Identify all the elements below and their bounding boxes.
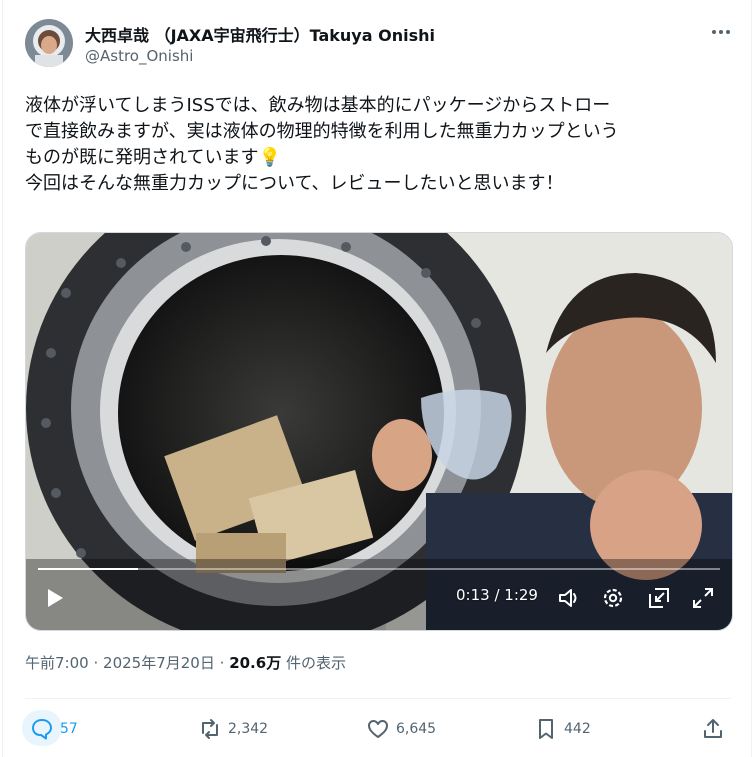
avatar[interactable] [25,19,73,67]
more-options-button[interactable] [706,20,736,44]
reply-button[interactable]: 57 [30,712,78,746]
settings-icon [603,588,623,608]
views-count: 20.6万 [229,654,282,672]
fullscreen-button[interactable] [690,585,716,615]
video-progress-fill [38,568,138,570]
repost-button[interactable]: 2,342 [198,712,268,746]
bookmark-count: 442 [564,721,591,737]
share-icon [704,719,722,738]
tweet-time[interactable]: 午前7:00 [25,654,89,672]
author-handle[interactable]: @Astro_Onishi [85,47,193,65]
left-border [2,0,3,757]
tweet-text: 液体が浮いてしまうISSでは、飲み物は基本的にパッケージからストロー で直接飲み… [25,95,619,194]
settings-button[interactable] [600,585,626,615]
video-progress-track[interactable] [38,568,720,570]
pip-button[interactable] [646,585,672,615]
fullscreen-icon [693,588,713,608]
volume-button[interactable] [556,585,582,615]
video-player[interactable]: 0:13 / 1:29 [25,232,733,631]
like-button[interactable]: 6,645 [366,712,436,746]
right-border [751,0,752,757]
video-time: 0:13 / 1:29 [456,586,538,604]
repost-icon [202,719,218,739]
tweet-meta: 午前7:00 · 2025年7月20日 · 20.6万 件の表示 [25,652,346,673]
views-label: 件の表示 [285,654,346,672]
like-icon [368,720,388,738]
tweet-date[interactable]: 2025年7月20日 [103,654,215,672]
bookmark-button[interactable]: 442 [534,712,591,746]
actions-divider [25,698,731,699]
reply-count: 57 [60,721,78,737]
bookmark-icon [539,719,553,739]
play-icon [48,589,63,607]
like-count: 6,645 [396,721,437,737]
meta-separator: · [93,654,99,672]
play-button[interactable] [42,586,66,614]
reply-icon [32,719,52,740]
repost-count: 2,342 [228,721,269,737]
video-controls: 0:13 / 1:29 [26,560,732,630]
meta-separator: · [219,654,225,672]
pip-icon [649,588,669,608]
author-display-name[interactable]: 大西卓哉 （JAXA宇宙飛行士）Takuya Onishi [85,22,435,46]
more-icon [712,30,730,34]
share-button[interactable] [701,712,725,746]
volume-icon [559,589,577,607]
avatar-image [25,19,73,67]
